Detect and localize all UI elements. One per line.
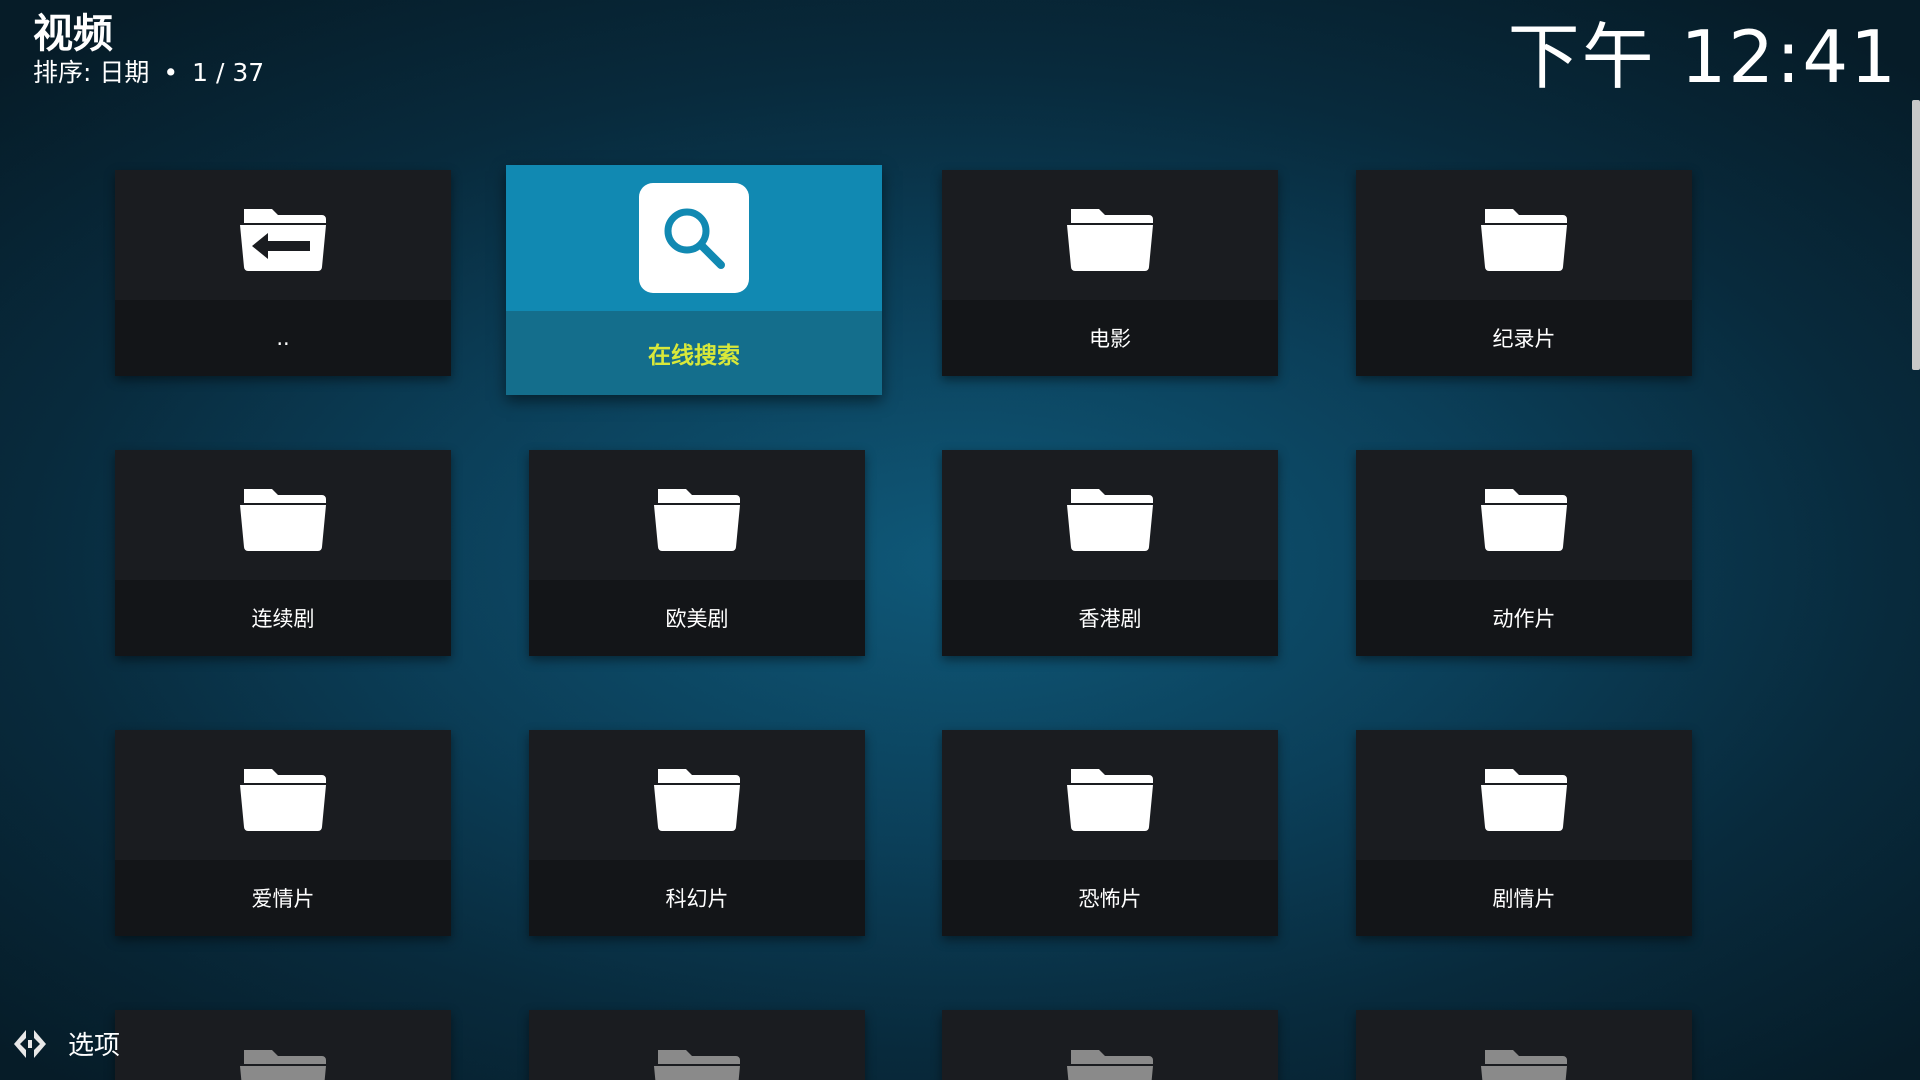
folder-icon bbox=[1067, 1050, 1153, 1080]
scrollbar[interactable] bbox=[1912, 100, 1920, 1080]
clock: 下午 12:41 bbox=[1507, 15, 1898, 99]
tile-tv-series[interactable]: 连续剧 bbox=[115, 450, 451, 656]
folder-icon bbox=[654, 1050, 740, 1080]
tile-partial[interactable] bbox=[942, 1010, 1278, 1080]
tile-label: 剧情片 bbox=[1492, 887, 1556, 911]
folder-icon bbox=[1481, 209, 1567, 271]
tile-label: 连续剧 bbox=[251, 607, 315, 631]
tile-label: 爱情片 bbox=[251, 887, 315, 911]
search-icon-box bbox=[639, 183, 749, 293]
folder-back-icon bbox=[240, 209, 326, 271]
folder-icon bbox=[1067, 209, 1153, 271]
folder-icon bbox=[1067, 489, 1153, 551]
tile-label: 电影 bbox=[1089, 327, 1131, 351]
options-button[interactable]: 选项 bbox=[12, 1025, 120, 1062]
separator-dot: • bbox=[163, 58, 179, 87]
folder-icon bbox=[1067, 769, 1153, 831]
tile-label: 在线搜索 bbox=[648, 343, 740, 369]
tile-drama-films[interactable]: 剧情片 bbox=[1356, 730, 1692, 936]
item-position: 1 / 37 bbox=[192, 58, 265, 87]
sort-label: 排序: 日期 bbox=[33, 58, 150, 87]
folder-icon bbox=[240, 1050, 326, 1080]
folder-icon bbox=[1481, 769, 1567, 831]
scrollbar-thumb[interactable] bbox=[1912, 100, 1920, 370]
tile-label: 纪录片 bbox=[1492, 327, 1556, 351]
page-title: 视频 bbox=[33, 11, 113, 57]
tile-action-films[interactable]: 动作片 bbox=[1356, 450, 1692, 656]
search-icon bbox=[664, 208, 725, 269]
folder-icon bbox=[240, 489, 326, 551]
tile-scifi-films[interactable]: 科幻片 bbox=[529, 730, 865, 936]
tile-partial[interactable] bbox=[115, 1010, 451, 1080]
sort-info: 排序: 日期 • 1 / 37 bbox=[33, 58, 264, 88]
tile-partial[interactable] bbox=[529, 1010, 865, 1080]
options-label: 选项 bbox=[68, 1031, 121, 1061]
tile-western-series[interactable]: 欧美剧 bbox=[529, 450, 865, 656]
tile-parent-folder[interactable]: .. bbox=[115, 170, 451, 376]
tile-partial[interactable] bbox=[1356, 1010, 1692, 1080]
folder-icon bbox=[1481, 1050, 1567, 1080]
tile-label: 动作片 bbox=[1492, 607, 1556, 631]
tile-online-search[interactable]: 在线搜索 bbox=[506, 165, 882, 395]
tile-romance-films[interactable]: 爱情片 bbox=[115, 730, 451, 936]
tile-label: 欧美剧 bbox=[665, 607, 729, 631]
tile-movies[interactable]: 电影 bbox=[942, 170, 1278, 376]
header: 视频 排序: 日期 • 1 / 37 bbox=[33, 12, 264, 88]
folder-icon bbox=[1481, 489, 1567, 551]
tile-hongkong-series[interactable]: 香港剧 bbox=[942, 450, 1278, 656]
tile-documentaries[interactable]: 纪录片 bbox=[1356, 170, 1692, 376]
tile-label: .. bbox=[276, 326, 290, 350]
tile-label: 恐怖片 bbox=[1078, 887, 1142, 911]
folder-icon bbox=[654, 769, 740, 831]
tile-label: 香港剧 bbox=[1078, 607, 1142, 631]
folder-icon bbox=[240, 769, 326, 831]
tile-label: 科幻片 bbox=[665, 887, 729, 911]
options-icon bbox=[14, 1029, 46, 1058]
folder-icon bbox=[654, 489, 740, 551]
tile-horror-films[interactable]: 恐怖片 bbox=[942, 730, 1278, 936]
